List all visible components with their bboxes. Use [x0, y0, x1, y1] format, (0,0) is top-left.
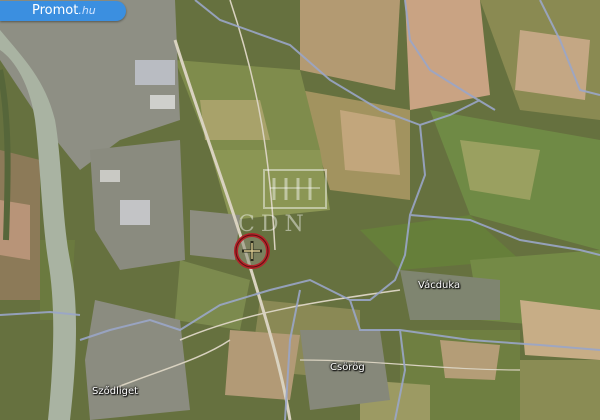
location-marker-icon[interactable]	[233, 232, 271, 270]
brand-name: Promot	[32, 3, 79, 18]
place-label-vacduka: Vácduka	[418, 280, 461, 291]
watermark-logo	[263, 169, 327, 209]
place-label-szodliget: Sződliget	[92, 386, 139, 397]
satellite-map[interactable]	[0, 0, 600, 420]
place-label-csorog: Csörög	[330, 362, 365, 373]
brand-suffix: .hu	[78, 4, 96, 17]
brand-badge[interactable]: Promot.hu	[0, 1, 126, 21]
